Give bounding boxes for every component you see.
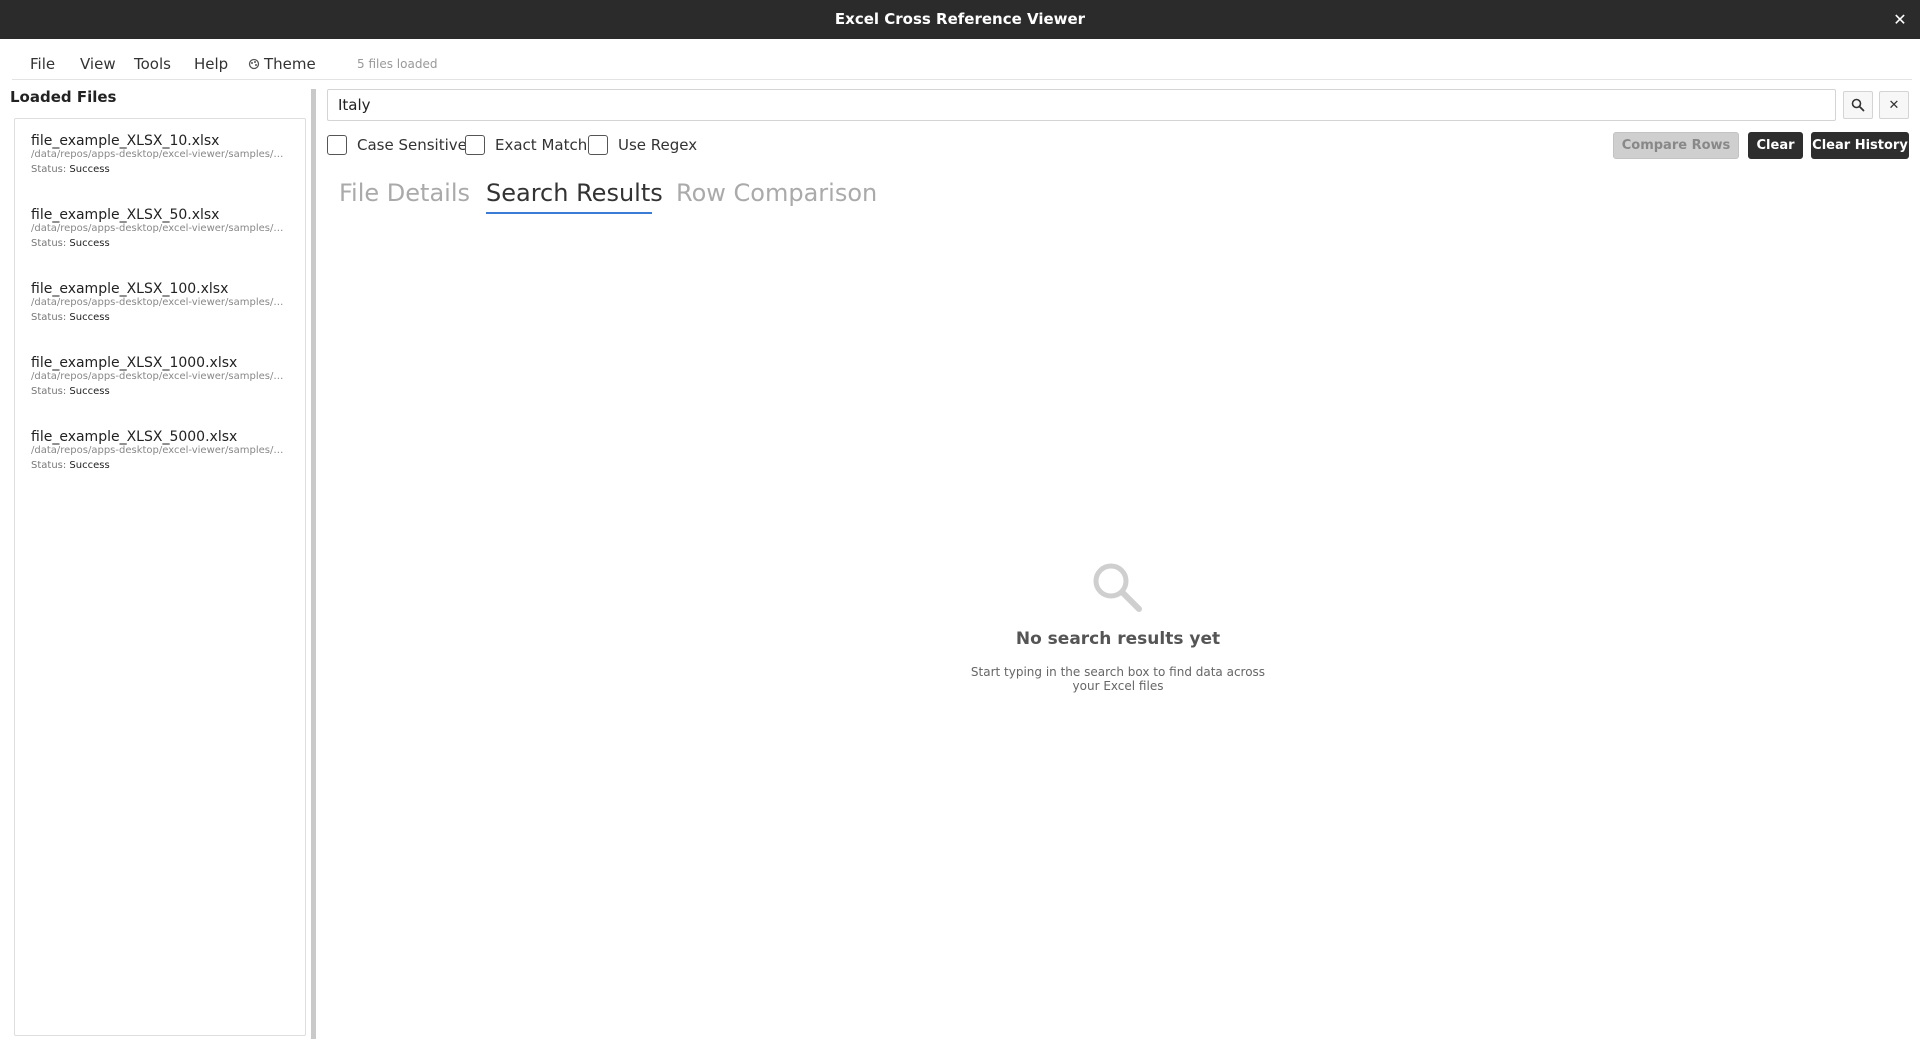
file-list-item[interactable]: file_example_XLSX_5000.xlsx /data/repos/… bbox=[31, 429, 291, 473]
close-icon: ✕ bbox=[1888, 97, 1900, 113]
exact-match-option[interactable]: Exact Match bbox=[465, 134, 587, 156]
title-bar: Excel Cross Reference Viewer ✕ bbox=[0, 0, 1920, 39]
menu-theme-label: Theme bbox=[264, 55, 316, 73]
file-list-item[interactable]: file_example_XLSX_1000.xlsx /data/repos/… bbox=[31, 355, 291, 399]
search-button[interactable] bbox=[1843, 91, 1873, 119]
use-regex-checkbox[interactable] bbox=[588, 135, 608, 155]
status-label: Status: bbox=[31, 164, 67, 175]
menu-file[interactable]: File bbox=[26, 40, 59, 88]
tab-search-results[interactable]: Search Results bbox=[486, 176, 663, 210]
file-status: Status: Success bbox=[31, 385, 291, 399]
tab-row-comparison[interactable]: Row Comparison bbox=[676, 176, 877, 210]
file-path: /data/repos/apps-desktop/excel-viewer/sa… bbox=[31, 149, 286, 160]
empty-state-title: No search results yet bbox=[1015, 629, 1221, 649]
file-path: /data/repos/apps-desktop/excel-viewer/sa… bbox=[31, 223, 286, 234]
status-label: Status: bbox=[31, 386, 67, 397]
status-label: Status: bbox=[31, 312, 67, 323]
status-label: Status: bbox=[31, 238, 67, 249]
file-list: file_example_XLSX_10.xlsx /data/repos/ap… bbox=[14, 118, 306, 1036]
menu-tools[interactable]: Tools bbox=[130, 40, 175, 88]
file-path: /data/repos/apps-desktop/excel-viewer/sa… bbox=[31, 371, 286, 382]
search-icon bbox=[1093, 563, 1142, 612]
menu-help[interactable]: Help bbox=[190, 40, 232, 88]
use-regex-option[interactable]: Use Regex bbox=[588, 134, 697, 156]
file-list-item[interactable]: file_example_XLSX_100.xlsx /data/repos/a… bbox=[31, 281, 291, 325]
file-path: /data/repos/apps-desktop/excel-viewer/sa… bbox=[31, 445, 286, 456]
tab-file-details[interactable]: File Details bbox=[339, 176, 470, 210]
clear-history-button[interactable]: Clear History bbox=[1811, 132, 1909, 159]
file-status: Status: Success bbox=[31, 311, 291, 325]
status-value: Success bbox=[69, 164, 110, 175]
theme-icon bbox=[248, 58, 260, 70]
case-sensitive-option[interactable]: Case Sensitive bbox=[327, 134, 467, 156]
file-name: file_example_XLSX_100.xlsx bbox=[31, 281, 229, 297]
status-value: Success bbox=[69, 238, 110, 249]
file-list-item[interactable]: file_example_XLSX_50.xlsx /data/repos/ap… bbox=[31, 207, 291, 251]
status-label: Status: bbox=[31, 460, 67, 471]
clear-button[interactable]: Clear bbox=[1748, 132, 1803, 159]
menu-bar: File View Tools Help Theme 5 files loade… bbox=[12, 40, 1912, 80]
file-name: file_example_XLSX_10.xlsx bbox=[31, 133, 220, 149]
compare-rows-button[interactable]: Compare Rows bbox=[1613, 132, 1739, 159]
case-sensitive-checkbox[interactable] bbox=[327, 135, 347, 155]
file-status: Status: Success bbox=[31, 237, 291, 251]
window-close-button[interactable]: ✕ bbox=[1890, 0, 1910, 39]
empty-state-description: Start typing in the search box to find d… bbox=[970, 665, 1266, 693]
menu-view[interactable]: View bbox=[76, 40, 120, 88]
exact-match-label: Exact Match bbox=[495, 136, 588, 154]
sidebar-title: Loaded Files bbox=[10, 88, 117, 106]
file-name: file_example_XLSX_1000.xlsx bbox=[31, 355, 238, 371]
status-value: Success bbox=[69, 312, 110, 323]
status-value: Success bbox=[69, 460, 110, 471]
file-name: file_example_XLSX_50.xlsx bbox=[31, 207, 220, 223]
file-list-item[interactable]: file_example_XLSX_10.xlsx /data/repos/ap… bbox=[31, 133, 291, 177]
use-regex-label: Use Regex bbox=[618, 136, 698, 154]
window-title: Excel Cross Reference Viewer bbox=[834, 10, 1086, 28]
case-sensitive-label: Case Sensitive bbox=[357, 136, 467, 154]
file-path: /data/repos/apps-desktop/excel-viewer/sa… bbox=[31, 297, 286, 308]
exact-match-checkbox[interactable] bbox=[465, 135, 485, 155]
clear-search-button[interactable]: ✕ bbox=[1879, 91, 1909, 119]
search-icon bbox=[1851, 98, 1865, 112]
search-input[interactable] bbox=[327, 89, 1836, 121]
file-name: file_example_XLSX_5000.xlsx bbox=[31, 429, 238, 445]
status-value: Success bbox=[69, 386, 110, 397]
active-tab-indicator bbox=[486, 212, 652, 214]
file-status: Status: Success bbox=[31, 459, 291, 473]
menu-theme[interactable]: Theme bbox=[244, 40, 320, 88]
sidebar-splitter[interactable] bbox=[311, 89, 316, 1039]
files-loaded-status: 5 files loaded bbox=[357, 57, 438, 71]
file-status: Status: Success bbox=[31, 163, 291, 177]
